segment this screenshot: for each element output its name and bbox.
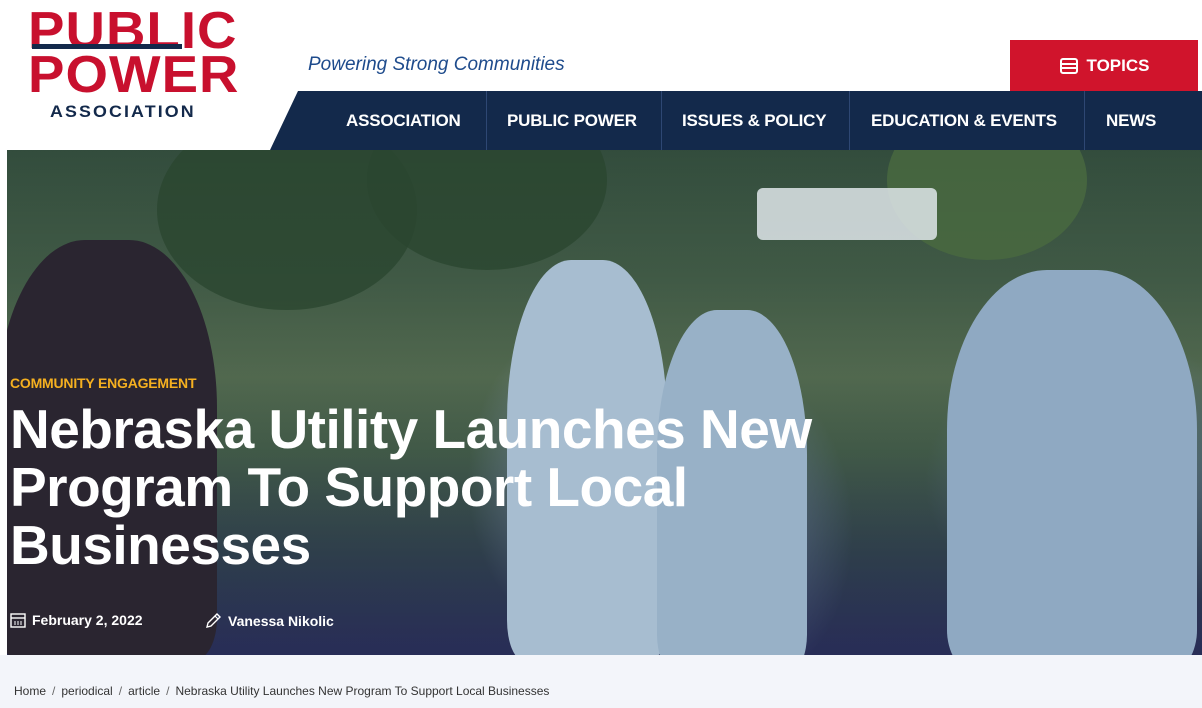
article-title: Nebraska Utility Launches New Program To… (10, 398, 812, 576)
site-header: PUBLIC POWER ASSOCIATION Powering Strong… (0, 0, 1202, 150)
nav-item-news[interactable]: NEWS (1106, 91, 1156, 150)
topics-button-label: TOPICS (1086, 55, 1150, 75)
breadcrumb-periodical[interactable]: periodical (61, 684, 112, 698)
breadcrumb-separator: / (52, 684, 56, 698)
logo-stripe (32, 44, 182, 49)
topics-button[interactable]: TOPICS (1010, 40, 1198, 91)
breadcrumb-home[interactable]: Home (14, 684, 46, 698)
breadcrumb-bar (0, 655, 1202, 708)
site-tagline: Powering Strong Communities (308, 54, 565, 75)
article-author-name[interactable]: Vanessa Nikolic (228, 613, 334, 629)
background-truck (757, 188, 937, 240)
article-author: Vanessa Nikolic (204, 612, 334, 630)
logo-line-power: POWER (28, 46, 240, 104)
breadcrumb-article[interactable]: article (128, 684, 160, 698)
person-silhouette (947, 270, 1197, 655)
site-logo[interactable]: PUBLIC POWER ASSOCIATION (28, 5, 238, 121)
nav-divider (849, 91, 850, 150)
article-category[interactable]: COMMUNITY ENGAGEMENT (10, 375, 197, 391)
calendar-icon (10, 612, 26, 628)
nav-divider (661, 91, 662, 150)
pencil-icon (204, 612, 222, 630)
breadcrumb: Home / periodical / article / Nebraska U… (14, 684, 549, 698)
nav-item-association[interactable]: ASSOCIATION (346, 91, 461, 150)
nav-item-education-events[interactable]: EDUCATION & EVENTS (871, 91, 1057, 150)
nav-divider (486, 91, 487, 150)
breadcrumb-current: Nebraska Utility Launches New Program To… (175, 684, 550, 698)
breadcrumb-separator: / (118, 684, 123, 698)
nav-item-public-power[interactable]: PUBLIC POWER (507, 91, 637, 150)
nav-item-issues-policy[interactable]: ISSUES & POLICY (682, 91, 827, 150)
main-nav: ASSOCIATION PUBLIC POWER ISSUES & POLICY… (270, 91, 1202, 150)
article-date: February 2, 2022 (10, 612, 143, 628)
nav-divider (1084, 91, 1085, 150)
logo-line-association: ASSOCIATION (50, 102, 196, 121)
tray-icon (1059, 57, 1079, 74)
article-date-text: February 2, 2022 (32, 612, 143, 628)
breadcrumb-separator: / (166, 684, 170, 698)
